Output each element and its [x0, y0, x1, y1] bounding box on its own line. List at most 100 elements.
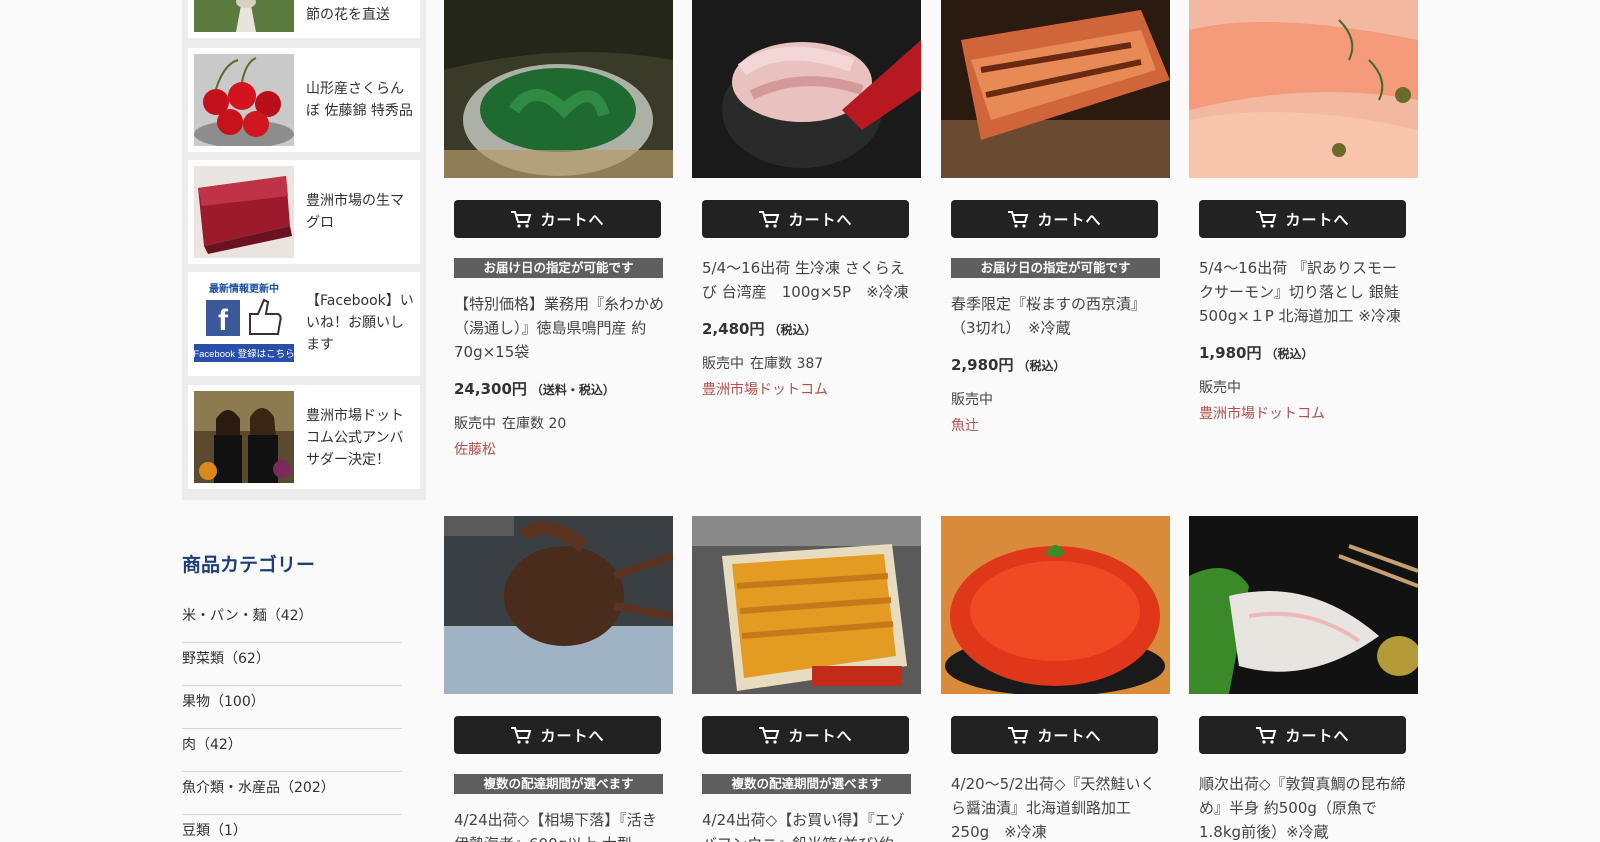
product-card: カートへ 複数の配達期間が選べます 4/24出荷◇【相場下落】『活き伊勢海老』6…: [444, 516, 673, 842]
price-value: 24,300円: [454, 380, 527, 398]
add-to-cart-button[interactable]: カートへ: [702, 200, 909, 238]
product-price: 1,980円 （税込）: [1199, 342, 1411, 363]
category-item[interactable]: 米・パン・麺（42）: [182, 600, 402, 643]
product-title[interactable]: 5/4〜16出荷 『訳ありスモークサーモン』切り落とし 銀鮭500g×１P 北海…: [1199, 256, 1411, 328]
cart-button-label: カートへ: [1285, 210, 1350, 229]
product-image-smoked-salmon[interactable]: [1189, 0, 1418, 178]
cart-icon: [510, 726, 532, 744]
sale-status: 販売中: [454, 416, 496, 432]
banner-ambassador[interactable]: 豊洲市場ドットコム公式アンバサダー決定！: [188, 385, 420, 489]
banner-tuna-text: 豊洲市場の生マグロ: [306, 193, 404, 231]
cart-icon: [510, 210, 532, 228]
product-price: 24,300円 （送料・税込）: [454, 378, 666, 399]
facebook-banner-bottom-text: Facebook 登録はこちら: [194, 348, 294, 360]
sale-status: 販売中: [951, 392, 993, 408]
facebook-image: 最新情報更新中 f Facebook 登録はこちら: [194, 278, 294, 370]
banner-ambassador-text: 豊洲市場ドットコム公式アンバサダー決定！: [306, 408, 404, 468]
product-title[interactable]: 5/4〜16出荷 生冷凍 さくらえび 台湾産 100g×5P ※冷凍: [702, 256, 914, 304]
product-title[interactable]: 順次出荷◇『敦賀真鯛の昆布締め』半身 約500g（原魚で1.8kg前後）※冷蔵: [1199, 772, 1411, 842]
delivery-badge: 複数の配達期間が選べます: [702, 774, 911, 794]
price-tax-label: （送料・税込）: [530, 383, 615, 397]
cart-button-label: カートへ: [788, 726, 853, 745]
product-image-lobster[interactable]: [444, 516, 673, 694]
product-title[interactable]: 4/20〜5/2出荷◇『天然鮭いくら醤油漬』北海道釧路加工 250g ※冷凍: [951, 772, 1163, 842]
cart-button-label: カートへ: [1285, 726, 1350, 745]
add-to-cart-button[interactable]: カートへ: [1199, 716, 1406, 754]
product-title[interactable]: 4/24出荷◇【相場下落】『活き伊勢海老』600g以上 大型: [454, 808, 666, 842]
banner-cherries-text: 山形産さくらんぼ 佐藤錦 特秀品: [306, 81, 413, 119]
product-card: カートへ 順次出荷◇『敦賀真鯛の昆布締め』半身 約500g（原魚で1.8kg前後…: [1189, 516, 1418, 842]
product-price: 2,980円 （税込）: [951, 354, 1163, 375]
cart-button-label: カートへ: [1037, 210, 1102, 229]
cart-button-label: カートへ: [1037, 726, 1102, 745]
banner-tuna[interactable]: 豊洲市場の生マグロ: [188, 160, 420, 264]
category-heading: 商品カテゴリー: [182, 554, 316, 576]
shop-link[interactable]: 佐藤松: [454, 439, 666, 459]
cart-icon: [1255, 726, 1277, 744]
cart-icon: [1255, 210, 1277, 228]
sale-status: 販売中: [702, 356, 744, 372]
banner-cherries[interactable]: 山形産さくらんぼ 佐藤錦 特秀品: [188, 48, 420, 152]
product-card: カートへ 4/20〜5/2出荷◇『天然鮭いくら醤油漬』北海道釧路加工 250g …: [941, 516, 1170, 842]
product-image-wakame[interactable]: [444, 0, 673, 178]
add-to-cart-button[interactable]: カートへ: [951, 200, 1158, 238]
price-tax-label: （税込）: [768, 323, 817, 337]
product-card: カートへ お届け日の指定が可能です 春季限定『桜ますの西京漬』（3切れ） ※冷蔵…: [941, 0, 1170, 480]
delivery-badge: お届け日の指定が可能です: [454, 258, 663, 278]
category-item[interactable]: 魚介類・水産品（202）: [182, 772, 402, 815]
product-image-salmon-grill[interactable]: [941, 0, 1170, 178]
add-to-cart-button[interactable]: カートへ: [1199, 200, 1406, 238]
add-to-cart-button[interactable]: カートへ: [702, 716, 909, 754]
product-image-ikura[interactable]: [941, 516, 1170, 694]
add-to-cart-button[interactable]: カートへ: [454, 200, 661, 238]
product-image-sea-urchin[interactable]: [692, 516, 921, 694]
add-to-cart-button[interactable]: カートへ: [454, 716, 661, 754]
product-stock: 販売中 在庫数 20: [454, 413, 666, 433]
cart-icon: [1007, 210, 1029, 228]
banner-flowers[interactable]: 節の花を直送: [188, 0, 420, 38]
cart-icon: [1007, 726, 1029, 744]
stock-count: 在庫数 387: [750, 356, 824, 372]
sale-status: 販売中: [1199, 380, 1241, 396]
flowers-image: [194, 0, 294, 32]
facebook-banner-top-text: 最新情報更新中: [209, 282, 279, 295]
product-title[interactable]: 4/24出荷◇【お買い得】『エゾバフンウニ』鉛当箱(並び)約: [702, 808, 914, 842]
delivery-badge: 複数の配達期間が選べます: [454, 774, 663, 794]
product-image-shrimp[interactable]: [692, 0, 921, 178]
product-card: カートへ お届け日の指定が可能です 【特別価格】業務用『糸わかめ（湯通し）』徳島…: [444, 0, 673, 480]
delivery-badge: お届け日の指定が可能です: [951, 258, 1160, 278]
category-item[interactable]: 野菜類（62）: [182, 643, 402, 686]
shop-link[interactable]: 豊洲市場ドットコム: [702, 379, 914, 399]
category-item[interactable]: 果物（100）: [182, 686, 402, 729]
product-stock: 販売中: [951, 389, 1163, 409]
cart-icon: [758, 210, 780, 228]
product-title[interactable]: 【特別価格】業務用『糸わかめ（湯通し）』徳島県鳴門産 約70g×15袋: [454, 292, 666, 364]
cart-icon: [758, 726, 780, 744]
product-title[interactable]: 春季限定『桜ますの西京漬』（3切れ） ※冷蔵: [951, 292, 1163, 340]
svg-text:f: f: [218, 304, 229, 337]
ambassador-image: [194, 391, 294, 483]
category-item[interactable]: 豆類（1）: [182, 815, 402, 842]
price-value: 1,980円: [1199, 344, 1262, 362]
product-stock: 販売中: [1199, 377, 1411, 397]
price-value: 2,980円: [951, 356, 1014, 374]
banner-facebook-text: 【Facebook】いいね！お願いします: [306, 293, 414, 353]
product-stock: 販売中 在庫数 387: [702, 353, 914, 373]
product-card: カートへ 複数の配達期間が選べます 4/24出荷◇【お買い得】『エゾバフンウニ』…: [692, 516, 921, 842]
category-item[interactable]: 肉（42）: [182, 729, 402, 772]
shop-link[interactable]: 豊洲市場ドットコム: [1199, 403, 1411, 423]
cart-button-label: カートへ: [540, 726, 605, 745]
banner-flowers-text: 節の花を直送: [306, 7, 390, 23]
price-tax-label: （税込）: [1265, 347, 1314, 361]
banner-facebook[interactable]: 最新情報更新中 f Facebook 登録はこちら 【Facebook】いいね！…: [188, 272, 420, 376]
product-price: 2,480円 （税込）: [702, 318, 914, 339]
cherries-image: [194, 54, 294, 146]
price-value: 2,480円: [702, 320, 765, 338]
tuna-image: [194, 166, 294, 258]
shop-link[interactable]: 魚辻: [951, 415, 1163, 435]
price-tax-label: （税込）: [1017, 359, 1066, 373]
add-to-cart-button[interactable]: カートへ: [951, 716, 1158, 754]
product-image-sea-bream[interactable]: [1189, 516, 1418, 694]
cart-button-label: カートへ: [788, 210, 853, 229]
product-card: カートへ 5/4〜16出荷 生冷凍 さくらえび 台湾産 100g×5P ※冷凍 …: [692, 0, 921, 480]
